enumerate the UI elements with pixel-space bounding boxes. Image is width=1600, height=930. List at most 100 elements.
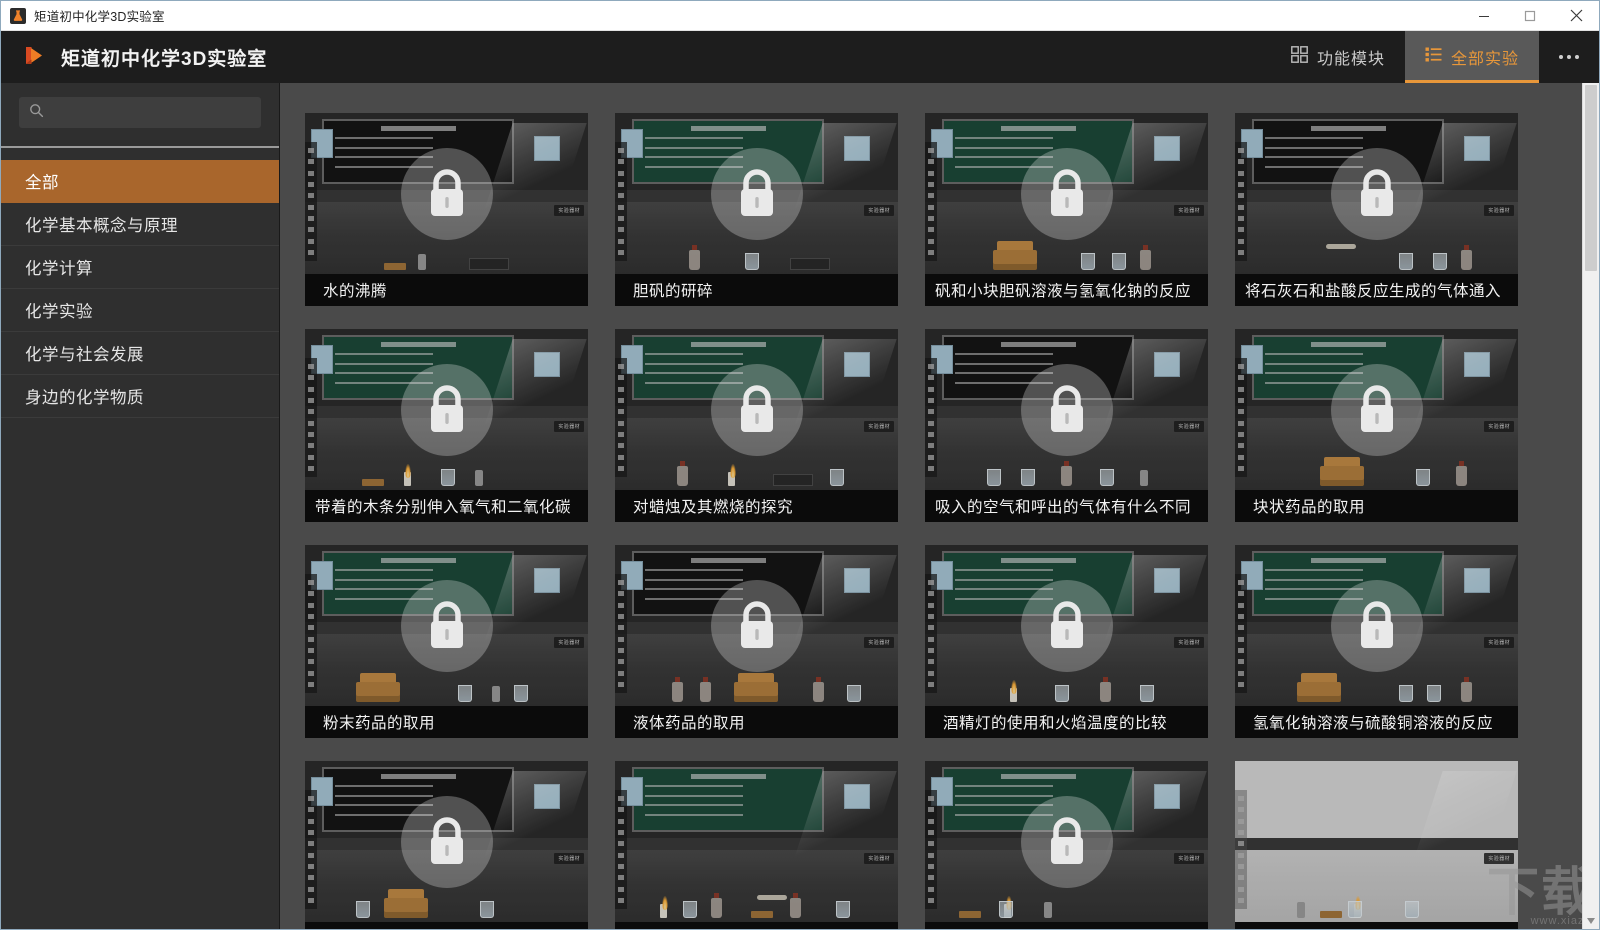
experiment-card-title: 块状药品的取用: [1235, 490, 1518, 522]
lock-glyph: [430, 600, 463, 648]
experiment-card-title: 粉末药品的取用: [305, 706, 588, 738]
maximize-button[interactable]: [1507, 1, 1553, 31]
lock-icon: [1020, 147, 1113, 240]
experiment-card[interactable]: 实验器材 胆矾的研碎: [615, 113, 898, 306]
experiment-thumbnail: 实验器材: [925, 113, 1208, 274]
experiment-card[interactable]: 实验器材: [305, 761, 588, 929]
lock-icon: [400, 795, 493, 888]
experiment-card[interactable]: 实验器材: [1235, 761, 1518, 929]
tab-all-experiments-label: 全部实验: [1450, 51, 1519, 68]
brand: 矩道初中化学3D实验室: [1, 42, 267, 72]
search-box[interactable]: [19, 97, 261, 128]
experiment-thumbnail: 实验器材: [615, 329, 898, 490]
tab-function-modules-label: 功能模块: [1316, 51, 1385, 68]
lock-glyph: [1360, 168, 1393, 216]
experiment-card-title: [925, 922, 1208, 929]
window-titlebar: 矩道初中化学3D实验室: [1, 1, 1599, 31]
juda-logo-icon: [17, 42, 47, 72]
more-options-icon[interactable]: [1539, 31, 1599, 83]
grid-icon: [1291, 46, 1308, 68]
experiment-thumbnail: 实验器材: [305, 329, 588, 490]
category-list: 全部 化学基本概念与原理 化学计算 化学实验 化学与社会发展 身边的化学物质: [1, 148, 279, 418]
sidebar-item-all[interactable]: 全部: [1, 160, 279, 203]
experiment-card[interactable]: 实验器材 对蜡烛及其燃烧的探究: [615, 329, 898, 522]
lock-glyph: [1050, 384, 1083, 432]
experiment-card-title: 带着的木条分别伸入氧气和二氧化碳: [305, 490, 588, 522]
lock-glyph: [740, 384, 773, 432]
lock-glyph: [430, 168, 463, 216]
sidebar-item-basic-concepts[interactable]: 化学基本概念与原理: [1, 203, 279, 246]
flask-icon: [10, 7, 26, 24]
experiment-thumbnail: 实验器材: [305, 545, 588, 706]
lock-glyph: [1050, 168, 1083, 216]
close-button[interactable]: [1553, 1, 1599, 31]
experiment-thumbnail: 实验器材: [615, 113, 898, 274]
experiment-card[interactable]: 实验器材 带着的木条分别伸入氧气和二氧化碳: [305, 329, 588, 522]
experiment-thumbnail: 实验器材: [305, 761, 588, 922]
more-dot: [1559, 55, 1563, 59]
experiment-card-title: [615, 922, 898, 929]
lock-icon: [710, 579, 803, 672]
lock-icon: [1020, 795, 1113, 888]
lock-glyph: [430, 816, 463, 864]
more-dot: [1567, 55, 1571, 59]
sidebar-item-label: 化学与社会发展: [25, 346, 144, 364]
lock-icon: [400, 147, 493, 240]
sidebar-item-experiments[interactable]: 化学实验: [1, 289, 279, 332]
sidebar-item-society[interactable]: 化学与社会发展: [1, 332, 279, 375]
lock-glyph: [430, 384, 463, 432]
lock-icon: [710, 147, 803, 240]
experiment-thumbnail: 实验器材: [305, 113, 588, 274]
experiment-card[interactable]: 实验器材 粉末药品的取用: [305, 545, 588, 738]
experiment-card[interactable]: 实验器材 水的沸腾: [305, 113, 588, 306]
experiment-thumbnail: 实验器材: [1235, 113, 1518, 274]
lock-glyph: [1360, 384, 1393, 432]
lock-icon: [1330, 147, 1423, 240]
tab-all-experiments[interactable]: 全部实验: [1404, 31, 1540, 83]
search-input[interactable]: [52, 105, 251, 120]
lock-icon: [1020, 363, 1113, 456]
experiment-card-title: 将石灰石和盐酸反应生成的气体通入: [1235, 274, 1518, 306]
experiment-thumbnail: 实验器材: [925, 761, 1208, 922]
minimize-button[interactable]: [1461, 1, 1507, 31]
scrollbar-thumb[interactable]: [1585, 85, 1597, 271]
sidebar-item-label: 化学基本概念与原理: [25, 217, 178, 235]
lock-glyph: [1050, 600, 1083, 648]
sidebar-item-label: 化学实验: [25, 303, 93, 321]
lock-icon: [1330, 363, 1423, 456]
experiment-card[interactable]: 实验器材 液体药品的取用: [615, 545, 898, 738]
application-window: 矩道初中化学3D实验室 矩道初中化学3D实验室 功能模块 全部实验 全部 化学基…: [0, 0, 1600, 930]
sidebar-item-label: 全部: [25, 174, 59, 192]
experiment-thumbnail: 实验器材: [1235, 329, 1518, 490]
experiment-grid-area: 实验器材 水的沸腾 实验器材 胆矾的研碎 实验器材 矾和小块胆矾溶液与氢氧化钠的…: [280, 83, 1599, 929]
lock-icon: [1020, 579, 1113, 672]
sidebar-item-label: 身边的化学物质: [25, 389, 144, 407]
thumbnail-overlay: [1235, 761, 1518, 922]
experiment-card[interactable]: 实验器材 矾和小块胆矾溶液与氢氧化钠的反应: [925, 113, 1208, 306]
experiment-thumbnail: 实验器材: [925, 329, 1208, 490]
experiment-card-title: [1235, 922, 1518, 929]
vertical-scrollbar[interactable]: [1582, 83, 1599, 929]
nav-tabs: 功能模块 全部实验: [1271, 31, 1599, 83]
scroll-down-icon[interactable]: [1583, 912, 1599, 929]
app-title: 矩道初中化学3D实验室: [61, 48, 268, 70]
experiment-card[interactable]: 实验器材 氢氧化钠溶液与硫酸铜溶液的反应: [1235, 545, 1518, 738]
experiment-thumbnail: 实验器材: [615, 545, 898, 706]
experiment-card[interactable]: 实验器材 酒精灯的使用和火焰温度的比较: [925, 545, 1208, 738]
experiment-card[interactable]: 实验器材: [615, 761, 898, 929]
experiment-card-title: 胆矾的研碎: [615, 274, 898, 306]
experiment-card[interactable]: 实验器材 块状药品的取用: [1235, 329, 1518, 522]
window-title-text: 矩道初中化学3D实验室: [34, 10, 165, 24]
more-dot: [1575, 55, 1579, 59]
tab-function-modules[interactable]: 功能模块: [1271, 31, 1405, 83]
experiment-card[interactable]: 实验器材: [925, 761, 1208, 929]
sidebar-item-calculation[interactable]: 化学计算: [1, 246, 279, 289]
thumbnail-overlay: [615, 761, 898, 922]
experiment-card[interactable]: 实验器材 将石灰石和盐酸反应生成的气体通入: [1235, 113, 1518, 306]
experiment-card-title: 水的沸腾: [305, 274, 588, 306]
experiment-card[interactable]: 实验器材 吸入的空气和呼出的气体有什么不同: [925, 329, 1208, 522]
sidebar-item-substances[interactable]: 身边的化学物质: [1, 375, 279, 418]
app-body: 全部 化学基本概念与原理 化学计算 化学实验 化学与社会发展 身边的化学物质 实…: [1, 83, 1599, 929]
search-area: [1, 83, 279, 146]
experiment-card-title: [305, 922, 588, 929]
